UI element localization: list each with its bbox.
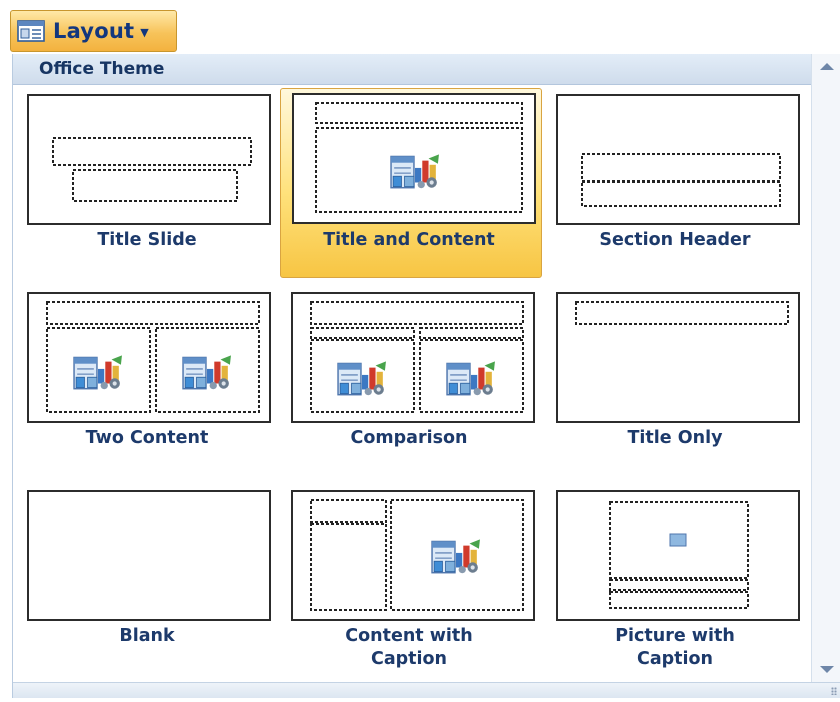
layout-tile-comparison[interactable]: [279, 252, 541, 440]
layout-tile-section-header[interactable]: [544, 54, 806, 242]
layout-label-title-only: Title Only: [627, 428, 723, 448]
layout-label-comparison: Comparison: [350, 428, 468, 448]
layout-button-label: Layout: [53, 19, 135, 43]
caret-down-icon: ▼: [140, 25, 149, 39]
layout-tile-title-slide[interactable]: [15, 54, 277, 242]
layout-thumbnail: [291, 292, 535, 423]
layout-icon: [17, 20, 45, 42]
content-placeholder-icon: [390, 153, 440, 189]
layout-thumbnail: [556, 94, 800, 225]
layout-thumbnail: [291, 490, 535, 621]
layout-label-blank: Blank: [119, 626, 175, 646]
layout-thumbnail: [27, 490, 271, 621]
layout-thumbnail: [556, 292, 800, 423]
layout-label-section-header: Section Header: [599, 230, 751, 250]
layout-label-title-slide: Title Slide: [97, 230, 197, 250]
layout-label-two-content: Two Content: [85, 428, 209, 448]
gallery-footer: [13, 682, 840, 698]
layout-tile-two-content[interactable]: [15, 252, 277, 440]
scroll-up-arrow-icon[interactable]: [812, 54, 840, 80]
resize-grip-icon[interactable]: [831, 687, 837, 695]
layout-button[interactable]: Layout ▼: [10, 10, 177, 52]
layout-tile-title-only[interactable]: [544, 252, 806, 440]
layout-label-content-with-caption: Content with Caption: [345, 626, 473, 669]
layout-thumbnail: [27, 94, 271, 225]
gallery-scrollbar[interactable]: [811, 54, 840, 682]
layout-thumbnail: [27, 292, 271, 423]
layout-tile-content-with-caption[interactable]: [279, 450, 541, 638]
layout-thumbnail: [292, 93, 536, 224]
layout-tile-picture-with-caption[interactable]: [544, 450, 806, 638]
scroll-down-arrow-icon[interactable]: [812, 656, 840, 682]
layout-tile-blank[interactable]: [15, 450, 277, 638]
layout-gallery: Office Theme Title Slide Title and Conte…: [12, 54, 840, 698]
layout-label-title-and-content: Title and Content: [323, 230, 495, 250]
layout-label-picture-with-caption: Picture with Caption: [615, 626, 735, 669]
picture-placeholder-icon: [669, 533, 687, 547]
layout-thumbnail: [556, 490, 800, 621]
